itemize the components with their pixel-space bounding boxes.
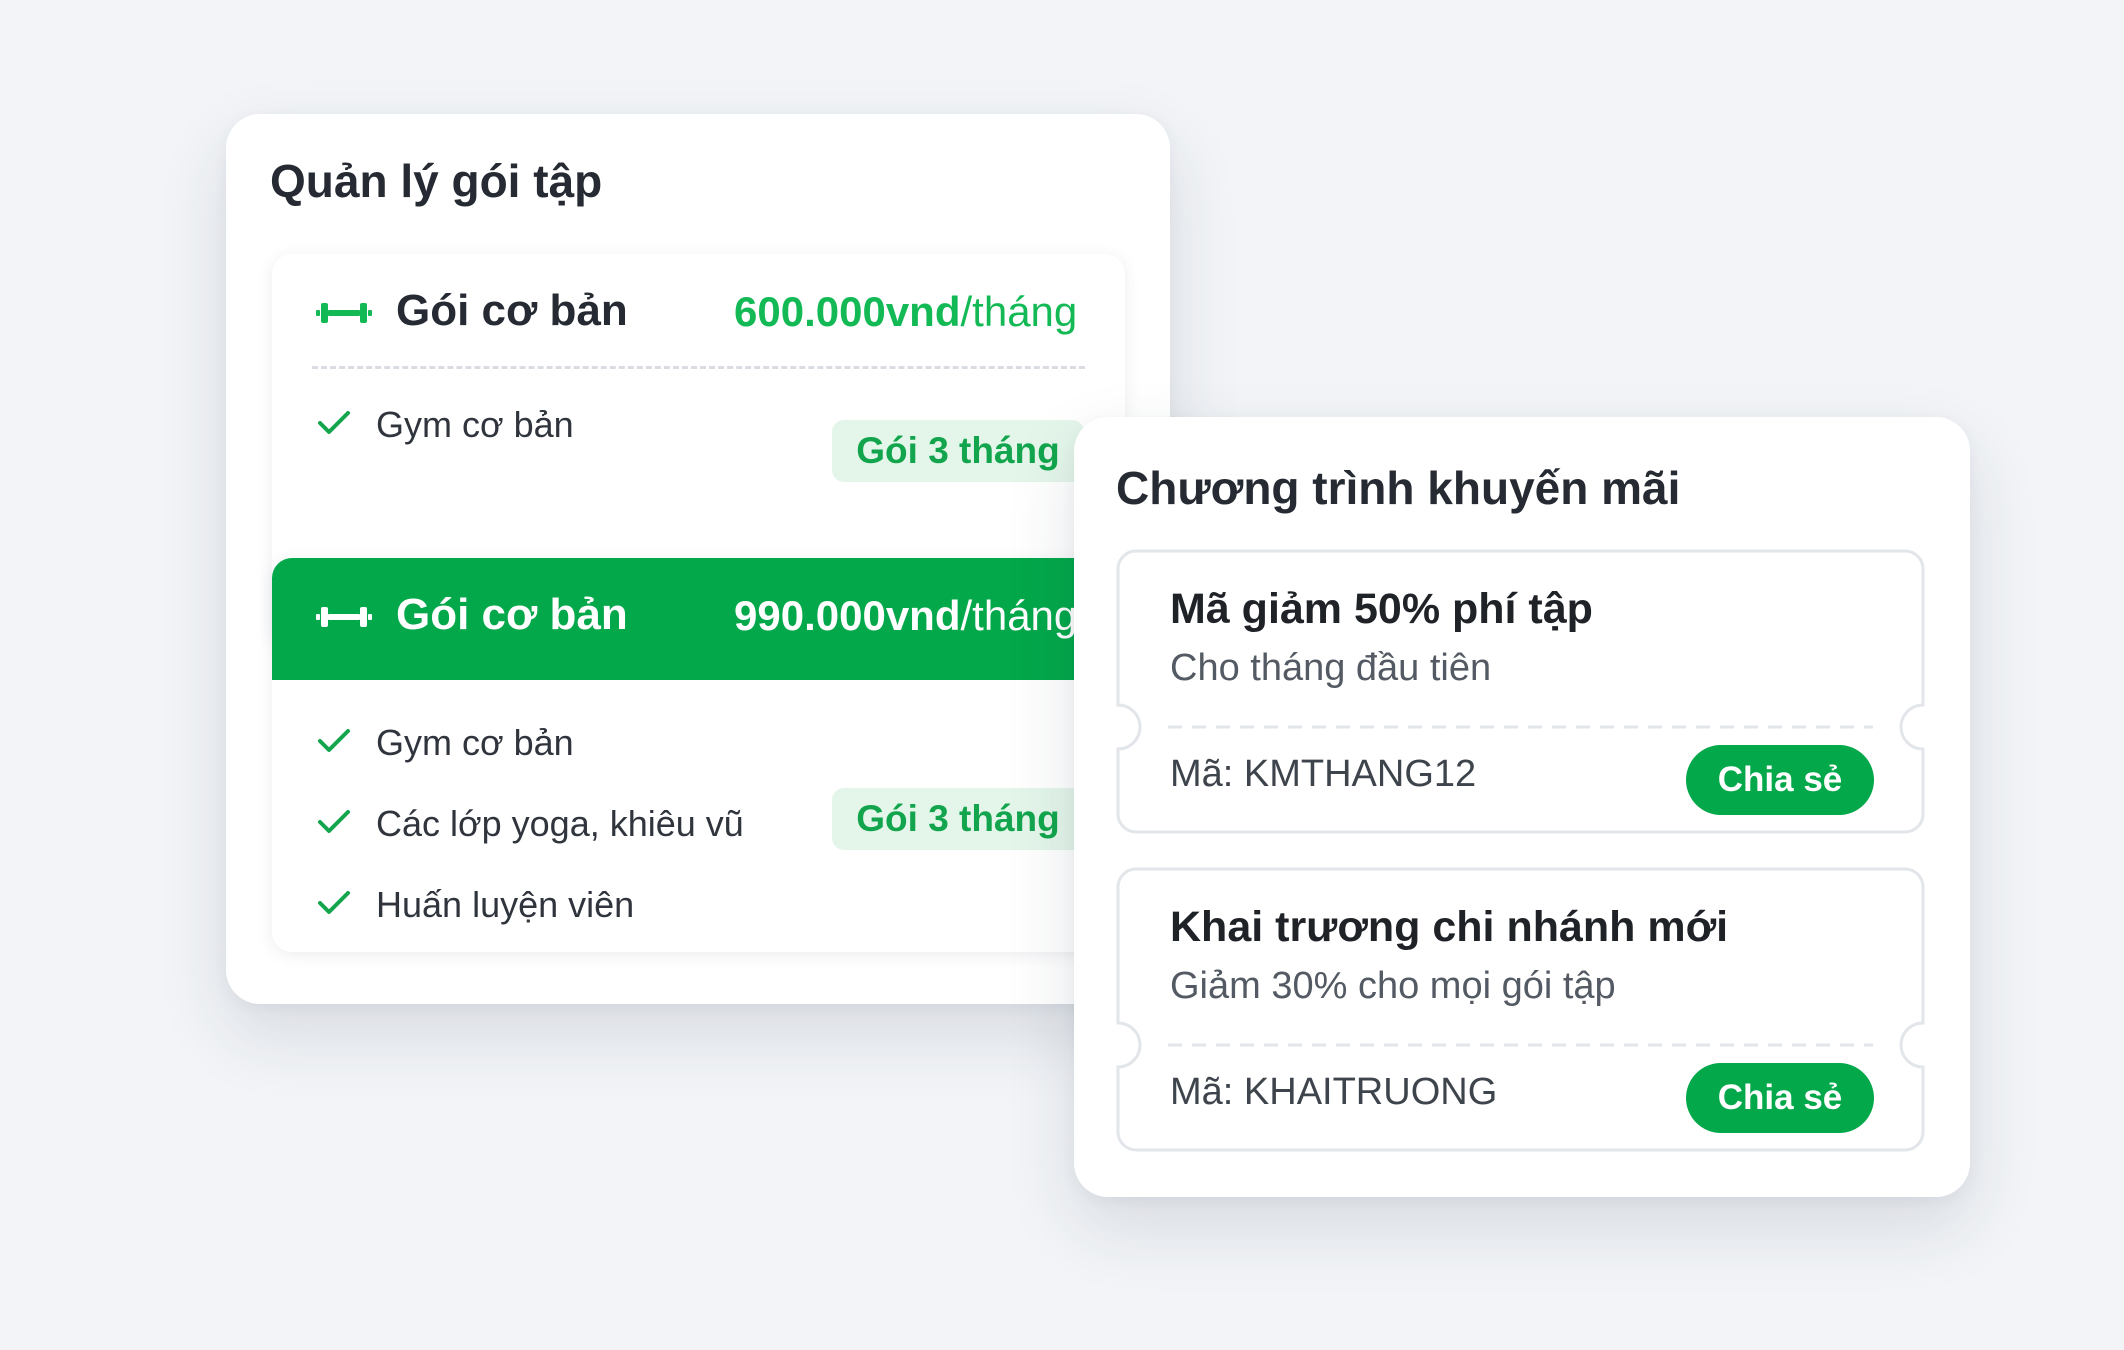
check-icon	[318, 729, 350, 752]
promo-subtitle: Cho tháng đầu tiên	[1170, 647, 1492, 689]
feature-label: Các lớp yoga, khiêu vũ	[376, 803, 744, 844]
price-amount: 600.000vnd	[734, 288, 961, 335]
promo-title: Mã giảm 50% phí tập	[1170, 585, 1593, 633]
share-button[interactable]: Chia sẻ	[1686, 745, 1874, 815]
package-card-highlighted[interactable]: Gói cơ bản 990.000vnd/tháng Gym cơ bản C…	[272, 558, 1125, 952]
feature-label: Gym cơ bản	[376, 404, 574, 445]
check-icon	[318, 411, 350, 434]
promotion-card: Chương trình khuyến mãi Mã giảm 50% phí …	[1074, 417, 1970, 1197]
feature-label: Huấn luyện viên	[376, 884, 635, 925]
price-amount: 990.000vnd	[734, 592, 961, 639]
check-icon	[318, 810, 350, 833]
package-management-title: Quản lý gói tập	[270, 155, 603, 207]
promo-title: Khai trương chi nhánh mới	[1170, 903, 1729, 951]
package-header: Gói cơ bản 600.000vnd/tháng	[272, 254, 1125, 376]
price-unit: /tháng	[960, 288, 1078, 335]
promo-code: Mã: KHAITRUONG	[1170, 1071, 1498, 1113]
promotion-title: Chương trình khuyến mãi	[1116, 462, 1681, 514]
feature-label: Gym cơ bản	[376, 722, 574, 763]
package-header: Gói cơ bản 990.000vnd/tháng	[272, 558, 1125, 680]
package-name: Gói cơ bản	[396, 590, 628, 639]
promo-code: Mã: KMTHANG12	[1170, 753, 1477, 795]
share-button[interactable]: Chia sẻ	[1686, 1063, 1874, 1133]
dumbbell-icon	[316, 607, 372, 627]
promo-ticket: Mã giảm 50% phí tập Cho tháng đầu tiên M…	[1116, 549, 1925, 834]
package-price: 990.000vnd/tháng	[734, 592, 1077, 640]
promo-subtitle: Giảm 30% cho mọi gói tập	[1170, 965, 1616, 1007]
package-management-card: Quản lý gói tập Gói cơ bản 600.000vnd/th…	[226, 114, 1170, 1004]
price-unit: /tháng	[960, 592, 1078, 639]
duration-badge: Gói 3 tháng	[832, 420, 1084, 482]
check-icon	[318, 891, 350, 914]
package-price: 600.000vnd/tháng	[734, 288, 1077, 336]
dashed-divider	[312, 366, 1085, 369]
dumbbell-icon	[316, 303, 372, 323]
duration-badge: Gói 3 tháng	[832, 788, 1084, 850]
package-name: Gói cơ bản	[396, 286, 628, 335]
promo-ticket: Khai trương chi nhánh mới Giảm 30% cho m…	[1116, 867, 1925, 1152]
